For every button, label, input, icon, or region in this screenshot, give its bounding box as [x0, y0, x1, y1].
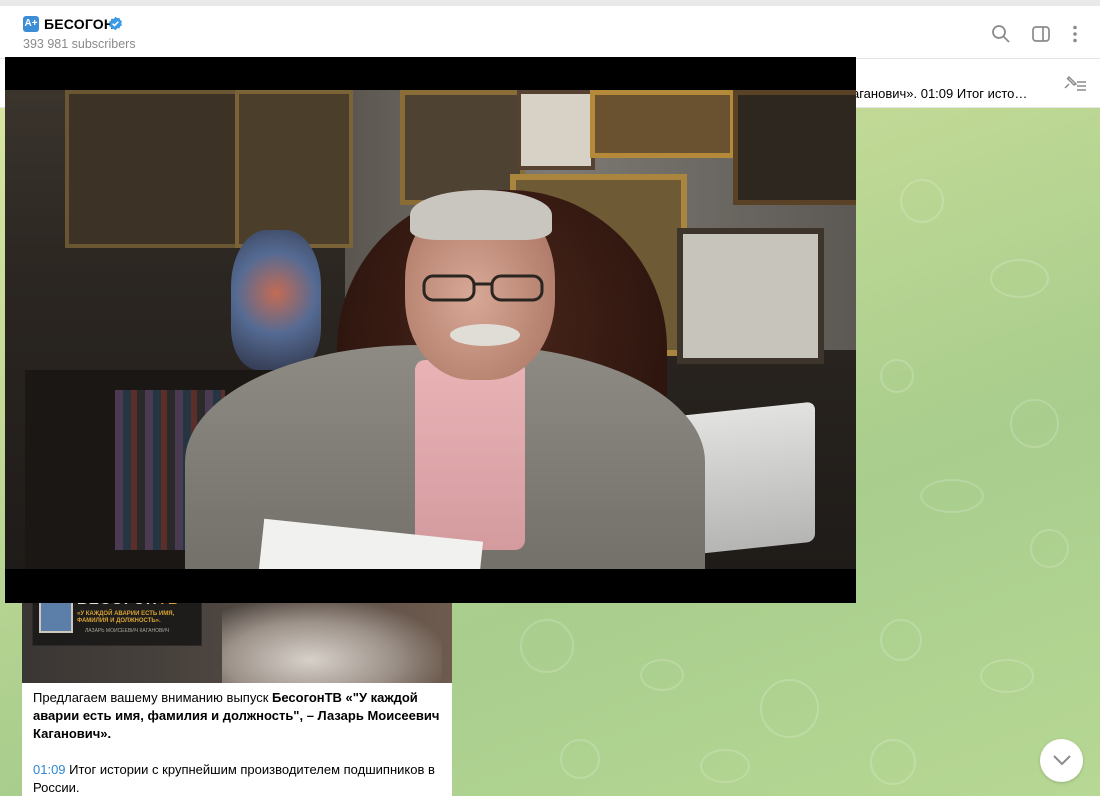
- background-doodle: [880, 619, 922, 661]
- video-frame[interactable]: [5, 90, 856, 569]
- background-doodle: [900, 179, 944, 223]
- video-speaker-hair: [410, 190, 552, 240]
- side-panel-icon[interactable]: [1030, 23, 1052, 45]
- video-photo-frame: [677, 228, 824, 364]
- banner-subtitle: «У КАЖДОЙ АВАРИИ ЕСТЬ ИМЯ, ФАМИЛИЯ И ДОЛ…: [77, 611, 175, 624]
- channel-title[interactable]: БЕСОГОН: [44, 16, 114, 32]
- video-icon-frame: [65, 90, 253, 248]
- banner-attribution: ЛАЗАРЬ МОИСЕЕВИЧ КАГАНОВИЧ: [85, 628, 170, 634]
- background-doodle: [640, 659, 684, 691]
- background-doodle: [760, 679, 819, 738]
- crest-logo: [39, 599, 73, 633]
- video-icon-frame: [733, 90, 856, 205]
- more-icon[interactable]: [1064, 23, 1086, 45]
- video-speaker-shirt: [415, 360, 525, 550]
- chevron-down-icon: [1053, 755, 1071, 766]
- background-doodle: [870, 739, 916, 785]
- video-player[interactable]: [5, 57, 856, 603]
- background-doodle: [560, 739, 600, 779]
- pinned-list-icon[interactable]: [1060, 74, 1088, 94]
- video-icon-frame: [235, 90, 353, 248]
- video-speaker-moustache: [450, 324, 520, 346]
- background-doodle: [1010, 399, 1059, 448]
- video-speaker-glasses: [422, 274, 544, 302]
- background-doodle: [880, 359, 914, 393]
- video-icon-frame: [517, 90, 595, 170]
- video-icon-frame: [590, 90, 735, 158]
- chat-header[interactable]: A+ БЕСОГОН 393 981 subscribers: [0, 6, 1100, 59]
- background-doodle: [700, 749, 750, 783]
- pinned-message-text[interactable]: аганович». 01:09 Итог исто…: [852, 86, 1027, 101]
- background-doodle: [920, 479, 984, 513]
- timestamp-link[interactable]: 01:09: [33, 762, 66, 777]
- timestamp-description: Итог истории с крупнейшим производителем…: [33, 762, 435, 795]
- message-intro: Предлагаем вашему вниманию выпуск: [33, 690, 272, 705]
- background-doodle: [980, 659, 1034, 693]
- search-icon[interactable]: [990, 23, 1012, 45]
- background-doodle: [1030, 529, 1069, 568]
- scroll-to-bottom-button[interactable]: [1040, 739, 1083, 782]
- message-paragraph-2: 01:09 Итог истории с крупнейшим производ…: [33, 761, 443, 797]
- channel-type-icon: A+: [23, 16, 39, 32]
- background-doodle: [990, 259, 1049, 298]
- background-doodle: [520, 619, 574, 673]
- subscriber-count: 393 981 subscribers: [23, 37, 136, 51]
- video-icon-frame: [400, 90, 525, 205]
- video-lamp: [231, 230, 321, 370]
- preview-scene: [222, 600, 442, 683]
- message-paragraph-1: Предлагаем вашему вниманию выпуск Бесого…: [33, 689, 443, 743]
- verified-badge-icon: [109, 16, 122, 31]
- message-text: Предлагаем вашему вниманию выпуск Бесого…: [33, 689, 443, 797]
